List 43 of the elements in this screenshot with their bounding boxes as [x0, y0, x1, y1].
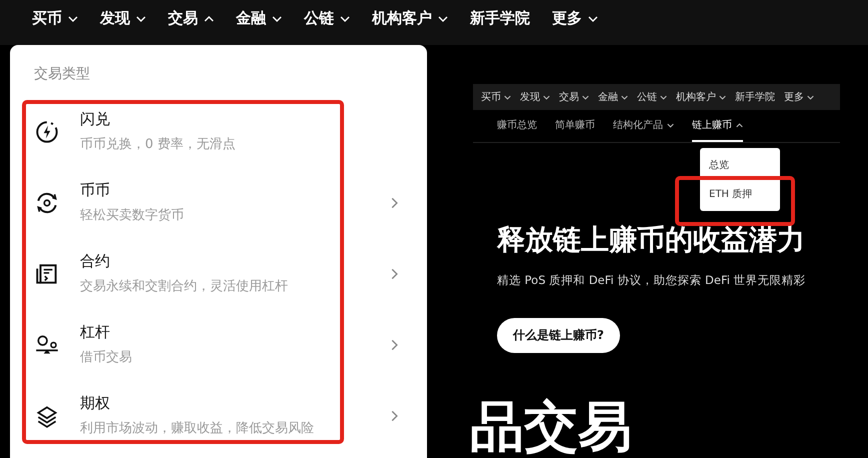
nav-item[interactable]: 新手学院 [470, 9, 530, 28]
nav-item[interactable]: 公链 [637, 90, 667, 104]
nav-item[interactable]: 发现 [100, 9, 146, 28]
sub-nav-tab[interactable]: 简单赚币 [555, 110, 595, 142]
nav-item[interactable]: 更多 [784, 90, 814, 104]
nav-item[interactable]: 买币 [481, 90, 511, 104]
nav-item[interactable]: 交易 [168, 9, 214, 28]
item-title: 杠杆 [80, 323, 111, 342]
sub-nav-tab[interactable]: 链上赚币 [692, 110, 743, 142]
dropdown-item[interactable]: 总览 [709, 158, 780, 172]
menu-item[interactable]: 币币 轻松买卖数字货币 [34, 167, 415, 238]
hero-title: 释放链上赚币的收益潜力 [497, 222, 806, 258]
sub-nav-tab[interactable]: 赚币总览 [497, 110, 537, 142]
menu-item[interactable]: 合约 交易永续和交割合约，灵活使用杠杆 [34, 238, 415, 309]
menu-item[interactable]: 杠杆 借币交易 [34, 309, 415, 380]
nav-item[interactable]: 金融 [236, 9, 282, 28]
item-title: 期权 [80, 394, 111, 413]
item-description: 借币交易 [80, 349, 133, 366]
nav-item[interactable]: 发现 [520, 90, 550, 104]
learn-more-button[interactable]: 什么是链上赚币? [497, 318, 620, 353]
item-description: 币币兑换，0 费率，无滑点 [80, 136, 236, 153]
nav-item[interactable]: 交易 [559, 90, 589, 104]
nav-item[interactable]: 机构客户 [372, 9, 448, 28]
nav-item[interactable]: 买币 [32, 9, 78, 28]
hero-subtitle: 精选 PoS 质押和 DeFi 协议，助您探索 DeFi 世界无限精彩 [497, 273, 807, 288]
menu-item[interactable]: 闪兑 币币兑换，0 费率，无滑点 [34, 96, 415, 167]
nav-item[interactable]: 金融 [598, 90, 628, 104]
lightning-circle-icon [34, 118, 60, 144]
dropdown-item[interactable]: ETH 质押 [709, 187, 780, 202]
item-title: 闪兑 [80, 110, 111, 129]
backdrop-headline: 品交易 [470, 399, 632, 455]
menu-item[interactable]: 期权 利用市场波动，赚取收益，降低交易风险 [34, 380, 415, 451]
item-description: 交易永续和交割合约，灵活使用杠杆 [80, 278, 289, 295]
nav-item[interactable]: 新手学院 [735, 90, 775, 104]
sub-nav-tab[interactable]: 结构化产品 [613, 110, 674, 142]
nav-item[interactable]: 公链 [304, 9, 350, 28]
menu-heading: 交易类型 [34, 65, 91, 83]
item-title: 合约 [80, 252, 111, 271]
nav-item[interactable]: 机构客户 [676, 90, 726, 104]
nav-item[interactable]: 更多 [552, 9, 598, 28]
item-title: 币币 [80, 181, 111, 200]
item-description: 轻松买卖数字货币 [80, 207, 185, 224]
item-description: 利用市场波动，赚取收益，降低交易风险 [80, 420, 315, 437]
